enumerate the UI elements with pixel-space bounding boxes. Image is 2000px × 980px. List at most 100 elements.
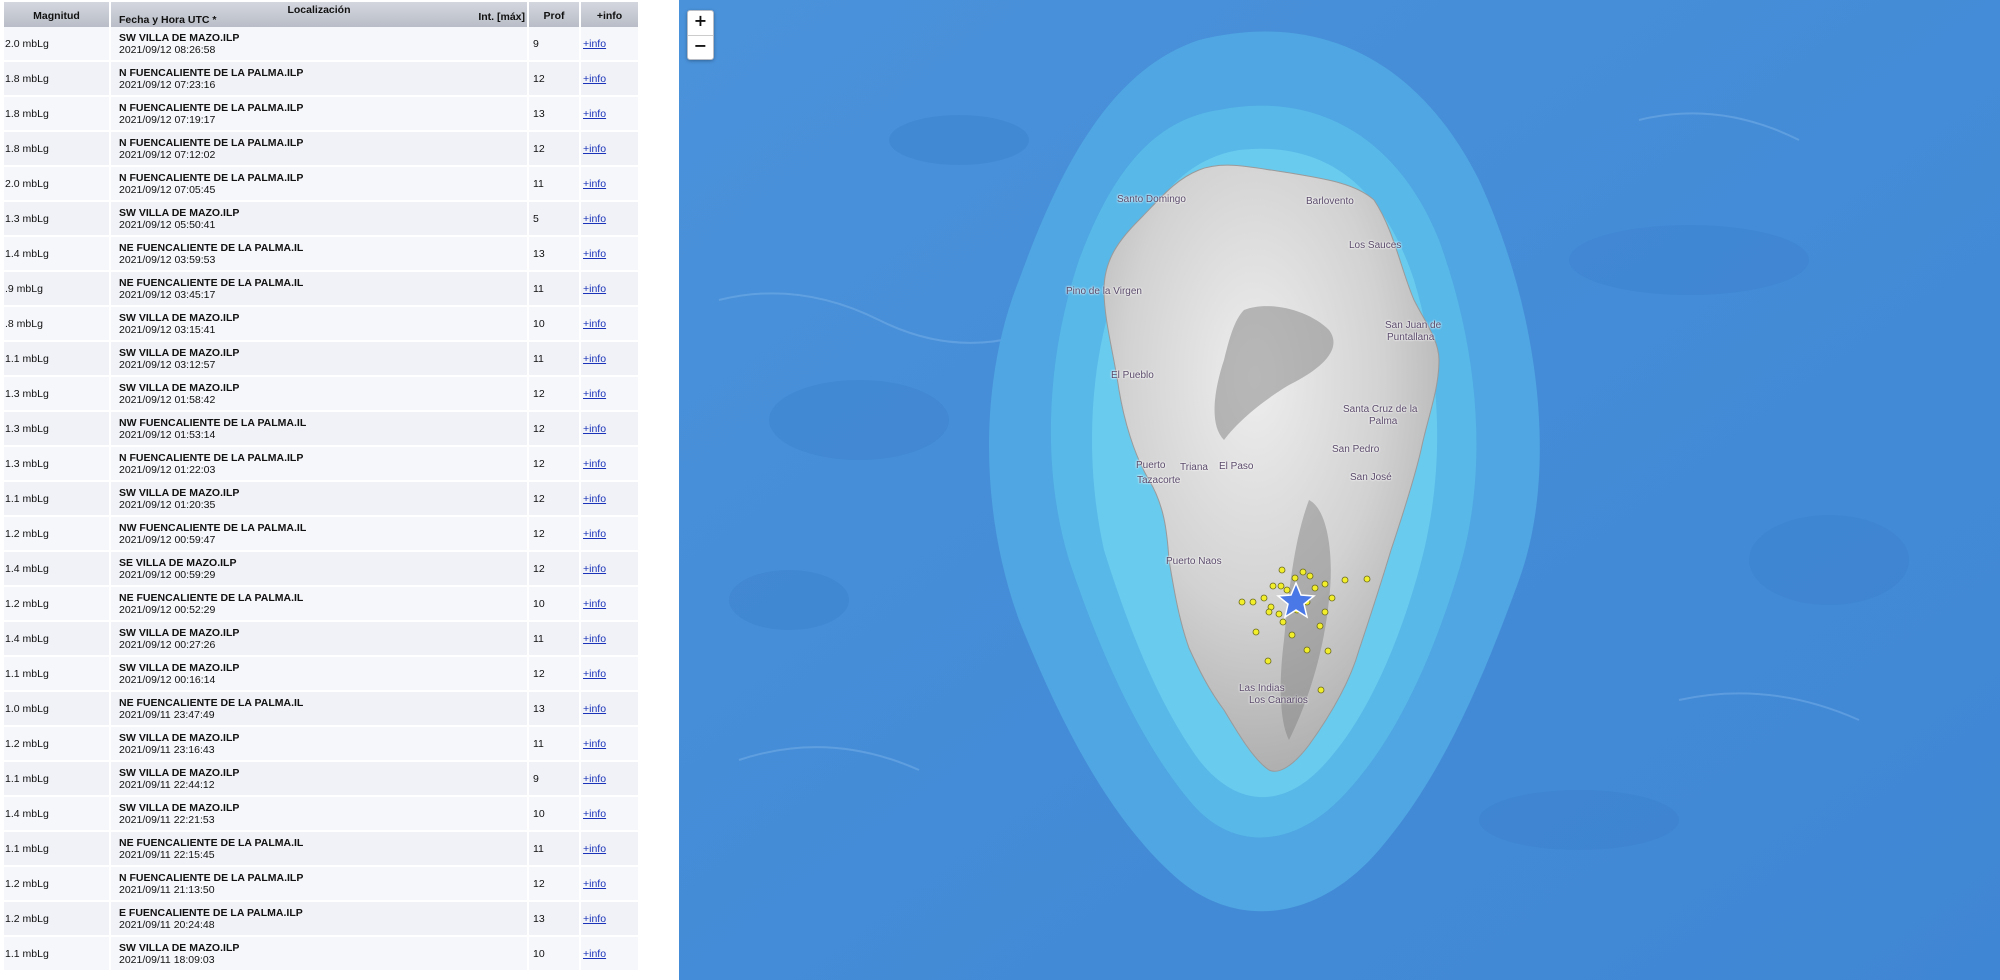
location-name: SW VILLA DE MAZO.ILP [119,801,240,814]
earthquake-marker[interactable] [1264,657,1272,665]
location-name: N FUENCALIENTE DE LA PALMA.ILP [119,101,304,114]
event-datetime: 2021/09/12 07:19:17 [119,113,216,126]
earthquake-marker[interactable] [1299,568,1307,576]
info-link[interactable]: +info [581,843,606,855]
town-label-puerto-naos: Puerto Naos [1166,556,1222,567]
location-cell: N FUENCALIENTE DE LA PALMA.ILP 2021/09/12… [111,167,529,202]
location-cell: SW VILLA DE MAZO.ILP 2021/09/11 22:44:12 [111,762,529,797]
info-link[interactable]: +info [581,703,606,715]
map-view[interactable]: Santo Domingo Barlovento Los Sauces Pino… [679,0,2000,980]
header-depth[interactable]: Prof [529,2,581,27]
earthquake-marker[interactable] [1260,594,1268,602]
earthquake-marker[interactable] [1324,647,1332,655]
info-cell: +info [581,902,640,937]
table-row: 1.2 mbLg NW FUENCALIENTE DE LA PALMA.IL 20… [4,517,640,552]
info-link[interactable]: +info [581,493,606,505]
header-magnitude[interactable]: Magnitud [4,2,111,27]
town-label-santa-cruz-line2: Palma [1369,416,1398,427]
info-link[interactable]: +info [581,913,606,925]
info-cell: +info [581,202,640,237]
event-datetime: 2021/09/11 23:16:43 [119,743,215,756]
info-cell: +info [581,552,640,587]
earthquake-marker[interactable] [1278,566,1286,574]
table-row: .9 mbLg NE FUENCALIENTE DE LA PALMA.IL 202… [4,272,640,307]
earthquake-marker[interactable] [1283,586,1291,594]
table-row: 1.1 mbLg SW VILLA DE MAZO.ILP 2021/09/11 2… [4,762,640,797]
location-cell: SW VILLA DE MAZO.ILP 2021/09/12 00:16:14 [111,657,529,692]
info-link[interactable]: +info [581,633,606,645]
depth-cell: 11 [529,622,581,657]
table-row: 2.0 mbLg SW VILLA DE MAZO.ILP 2021/09/12 0… [4,27,640,62]
info-link[interactable]: +info [581,38,606,50]
zoom-out-button[interactable]: − [688,36,713,60]
earthquake-marker[interactable] [1238,598,1246,606]
table-row: 1.2 mbLg NE FUENCALIENTE DE LA PALMA.IL 20… [4,587,640,622]
earthquake-marker[interactable] [1321,608,1329,616]
earthquake-marker[interactable] [1252,628,1260,636]
earthquake-marker[interactable] [1363,575,1371,583]
earthquake-marker[interactable] [1279,618,1287,626]
info-link[interactable]: +info [581,178,606,190]
location-cell: SW VILLA DE MAZO.ILP 2021/09/11 22:21:53 [111,797,529,832]
info-link[interactable]: +info [581,808,606,820]
earthquake-marker[interactable] [1321,580,1329,588]
info-link[interactable]: +info [581,563,606,575]
earthquake-marker[interactable] [1275,610,1283,618]
earthquake-marker[interactable] [1328,594,1336,602]
magnitude-cell: 1.1 mbLg [4,482,111,517]
info-link[interactable]: +info [581,458,606,470]
earthquake-marker[interactable] [1316,622,1324,630]
event-datetime: 2021/09/12 01:58:42 [119,393,216,406]
earthquake-marker[interactable] [1291,574,1299,582]
zoom-in-button[interactable]: + [688,11,713,36]
info-link[interactable]: +info [581,528,606,540]
event-datetime: 2021/09/12 05:50:41 [119,218,216,231]
header-intensity[interactable]: Int. [máx] [478,11,525,23]
info-link[interactable]: +info [581,738,606,750]
location-name: SW VILLA DE MAZO.ILP [119,311,240,324]
earthquake-marker[interactable] [1311,584,1319,592]
info-link[interactable]: +info [581,598,606,610]
header-datetime[interactable]: Fecha y Hora UTC * [119,14,216,26]
earthquake-marker[interactable] [1288,631,1296,639]
depth-cell: 11 [529,342,581,377]
earthquake-marker[interactable] [1265,608,1273,616]
location-name: SW VILLA DE MAZO.ILP [119,766,240,779]
info-link[interactable]: +info [581,318,606,330]
depth-cell: 5 [529,202,581,237]
table-row: 1.2 mbLg SW VILLA DE MAZO.ILP 2021/09/11 2… [4,727,640,762]
info-link[interactable]: +info [581,353,606,365]
header-location[interactable]: Localización Fecha y Hora UTC * Int. [má… [111,2,529,27]
info-link[interactable]: +info [581,248,606,260]
depth-cell: 12 [529,552,581,587]
earthquake-marker[interactable] [1341,576,1349,584]
info-cell: +info [581,867,640,902]
location-name: NE FUENCALIENTE DE LA PALMA.IL [119,696,304,709]
info-link[interactable]: +info [581,878,606,890]
town-label-triana: Triana [1180,462,1208,473]
town-label-los-sauces: Los Sauces [1349,240,1402,251]
info-link[interactable]: +info [581,283,606,295]
earthquake-marker[interactable] [1303,646,1311,654]
magnitude-cell: 1.1 mbLg [4,937,111,972]
table-header-row: Magnitud Localización Fecha y Hora UTC *… [4,2,640,27]
info-link[interactable]: +info [581,423,606,435]
info-link[interactable]: +info [581,388,606,400]
location-cell: NE FUENCALIENTE DE LA PALMA.IL 2021/09/12… [111,272,529,307]
info-link[interactable]: +info [581,143,606,155]
info-link[interactable]: +info [581,773,606,785]
table-row: 1.0 mbLg NE FUENCALIENTE DE LA PALMA.IL 20… [4,692,640,727]
info-link[interactable]: +info [581,108,606,120]
earthquake-marker[interactable] [1277,582,1285,590]
info-link[interactable]: +info [581,948,606,960]
info-link[interactable]: +info [581,213,606,225]
info-link[interactable]: +info [581,73,606,85]
earthquake-marker[interactable] [1249,598,1257,606]
earthquake-marker[interactable] [1269,582,1277,590]
magnitude-cell: 1.2 mbLg [4,867,111,902]
info-link[interactable]: +info [581,668,606,680]
earthquake-marker[interactable] [1306,572,1314,580]
info-cell: +info [581,62,640,97]
event-datetime: 2021/09/12 00:27:26 [119,638,216,651]
earthquake-marker[interactable] [1317,686,1325,694]
